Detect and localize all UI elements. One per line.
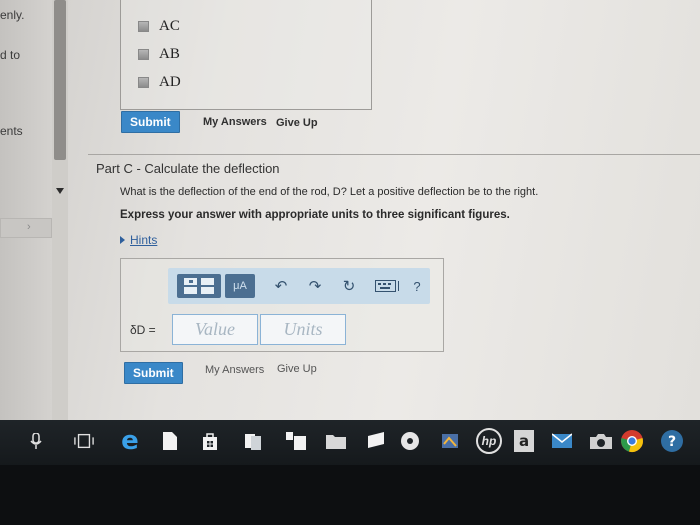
keyboard-icon-glyph (375, 280, 399, 292)
mail-icon[interactable] (552, 430, 572, 452)
microphone-icon-glyph (30, 433, 42, 449)
templates-icon[interactable] (177, 274, 221, 298)
app-icon[interactable] (440, 430, 460, 452)
help-icon[interactable]: ? (410, 274, 424, 298)
checkbox[interactable] (138, 49, 149, 60)
choice-ac[interactable]: AC (138, 18, 180, 35)
part-c-title: Part C - Calculate the deflection (96, 161, 280, 176)
documents-icon[interactable] (244, 430, 264, 452)
hp-icon[interactable]: hp (476, 428, 502, 454)
folder-icon[interactable] (326, 430, 346, 452)
units-button[interactable]: μA (225, 274, 255, 298)
documents-icon-glyph (245, 434, 261, 450)
photos-icon-glyph (286, 432, 306, 450)
undo-icon[interactable]: ↶ (272, 274, 290, 298)
store-icon[interactable] (200, 430, 220, 452)
part-b-submit-button[interactable]: Submit (121, 111, 180, 133)
chrome-icon[interactable] (620, 429, 644, 453)
left-text-fragment-3: ents (0, 124, 23, 138)
variable-label: δD = (130, 323, 156, 337)
left-text-fragment-1: enly. (0, 8, 25, 22)
checkbox[interactable] (138, 21, 149, 32)
left-text-fragment-2: d to (0, 48, 21, 62)
left-panel-button[interactable]: › (0, 218, 52, 238)
mail-icon-glyph (552, 433, 572, 448)
file-icon-glyph (163, 432, 177, 450)
hints-toggle[interactable]: Hints (120, 233, 157, 247)
chevron-right-icon: › (27, 221, 31, 233)
keyboard-icon[interactable] (374, 274, 402, 298)
store-icon-glyph (203, 433, 217, 450)
task-view-icon-glyph (74, 433, 94, 449)
redo-icon[interactable]: ↷ (306, 274, 324, 298)
part-b-my-answers-link[interactable]: My Answers (203, 116, 267, 128)
microphone-icon[interactable] (26, 430, 46, 452)
choice-label: AD (159, 74, 181, 90)
value-input[interactable]: Value (172, 314, 258, 345)
left-panel (0, 0, 52, 420)
scroll-down-arrow-icon[interactable] (56, 188, 64, 194)
media-icon[interactable] (366, 430, 386, 452)
choice-label: AB (159, 46, 180, 62)
templates-icon-glyph (184, 278, 214, 294)
part-c-question: What is the deflection of the end of the… (120, 186, 539, 198)
section-divider (88, 154, 700, 155)
media-icon-glyph (368, 432, 384, 448)
part-b-give-up-link[interactable]: Give Up (276, 117, 318, 129)
choice-label: AC (159, 18, 180, 34)
reset-icon[interactable]: ↻ (340, 274, 358, 298)
file-icon[interactable] (160, 430, 180, 452)
task-view-icon[interactable] (74, 430, 94, 452)
disc-icon[interactable] (400, 430, 420, 452)
help-app-icon-glyph: ? (661, 430, 683, 452)
part-c-my-answers-link[interactable]: My Answers (205, 364, 264, 376)
folder-icon-glyph (326, 435, 346, 449)
choice-ab[interactable]: AB (138, 46, 180, 63)
help-app-icon[interactable]: ? (660, 429, 684, 453)
checkbox[interactable] (138, 77, 149, 88)
part-c-submit-button[interactable]: Submit (124, 362, 183, 384)
monitor-bezel (0, 465, 700, 525)
browser-viewport: enly. d to ents › AC AB AD Submit My Ans… (0, 0, 700, 420)
disc-icon-glyph (401, 432, 419, 450)
svg-text:?: ? (668, 434, 676, 450)
camera-icon[interactable] (588, 430, 614, 452)
amazon-icon[interactable]: a (514, 430, 534, 452)
part-c-give-up-link[interactable]: Give Up (277, 363, 317, 375)
camera-icon-glyph (590, 434, 612, 449)
part-c-instruction: Express your answer with appropriate uni… (120, 209, 510, 221)
photos-icon[interactable] (286, 430, 306, 452)
hints-label[interactable]: Hints (130, 233, 157, 247)
app-icon-glyph (442, 434, 458, 448)
choice-ad[interactable]: AD (138, 74, 181, 91)
units-input[interactable]: Units (260, 314, 346, 345)
scrollbar-thumb[interactable] (54, 0, 66, 160)
edge-icon[interactable]: e (120, 426, 140, 456)
triangle-right-icon (120, 236, 125, 244)
chrome-icon-glyph (621, 430, 643, 452)
